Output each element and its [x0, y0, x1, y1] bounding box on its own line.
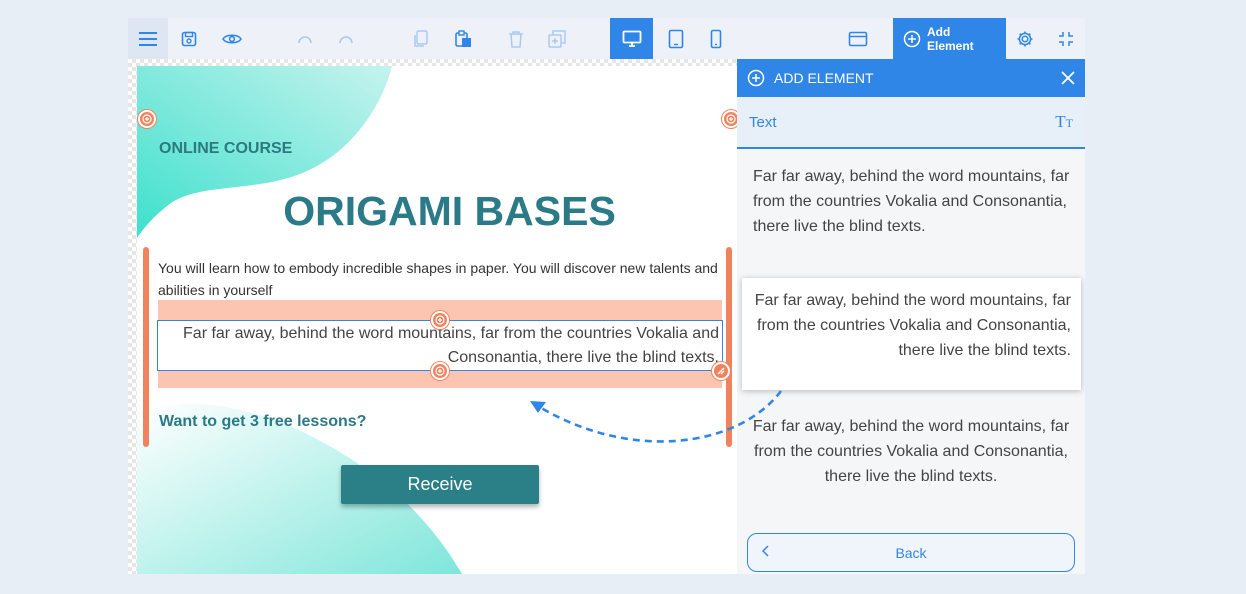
add-element-button[interactable]: Add Element — [893, 18, 1006, 59]
category-label: Text — [749, 113, 777, 131]
duplicate-icon[interactable] — [542, 18, 572, 59]
panel-title: ADD ELEMENT — [774, 70, 874, 86]
save-icon[interactable] — [174, 18, 204, 59]
plus-circle-icon — [903, 30, 921, 48]
menu-icon[interactable] — [128, 18, 168, 59]
mobile-view-icon[interactable] — [701, 18, 731, 59]
text-sample-left-aligned[interactable]: Far far away, behind the word mountains,… — [753, 164, 1073, 239]
add-element-label: Add Element — [927, 24, 974, 53]
editor-canvas: ONLINE COURSE ORIGAMI BASES You will lea… — [128, 59, 740, 574]
cta-heading[interactable]: Want to get 3 free lessons? — [159, 413, 366, 431]
add-handle-icon[interactable] — [431, 362, 449, 380]
preview-eye-icon[interactable] — [216, 18, 248, 59]
back-label: Back — [895, 544, 927, 561]
category-header[interactable]: Text TT — [737, 97, 1085, 149]
close-icon[interactable] — [1061, 71, 1075, 85]
text-type-icon: TT — [1055, 112, 1073, 131]
desktop-view-icon[interactable] — [610, 18, 653, 59]
tablet-view-icon[interactable] — [661, 18, 691, 59]
column-resize-bar-left[interactable] — [143, 247, 149, 447]
delete-icon[interactable] — [501, 18, 531, 59]
settings-gear-icon[interactable] — [1010, 18, 1040, 59]
redo-icon[interactable] — [331, 18, 361, 59]
fullscreen-collapse-icon[interactable] — [1051, 18, 1081, 59]
editor-window: Add Element ONLINE COURSE ORIGAMI BASES … — [128, 18, 1085, 574]
text-sample-right-aligned[interactable]: Far far away, behind the word mountains,… — [742, 278, 1081, 390]
chevron-left-icon — [761, 544, 770, 562]
eyebrow-text[interactable]: ONLINE COURSE — [159, 140, 292, 158]
plus-circle-icon — [747, 69, 765, 87]
add-handle-icon[interactable] — [138, 110, 156, 128]
toolbar: Add Element — [128, 18, 1085, 59]
intro-paragraph[interactable]: You will learn how to embody incredible … — [158, 257, 728, 301]
back-button[interactable]: Back — [747, 533, 1075, 572]
page-headline[interactable]: ORIGAMI BASES — [137, 188, 737, 235]
text-sample-centered[interactable]: Far far away, behind the word mountains,… — [747, 414, 1075, 489]
receive-button[interactable]: Receive — [341, 465, 539, 504]
add-handle-icon[interactable] — [431, 311, 449, 329]
copy-icon[interactable] — [406, 18, 436, 59]
layout-window-icon[interactable] — [843, 18, 873, 59]
panel-header: ADD ELEMENT — [737, 59, 1085, 97]
resize-handle-icon[interactable] — [712, 362, 730, 380]
undo-icon[interactable] — [290, 18, 320, 59]
add-element-panel: ADD ELEMENT Text TT Far far away, behind… — [737, 59, 1085, 574]
paste-icon[interactable] — [448, 18, 478, 59]
